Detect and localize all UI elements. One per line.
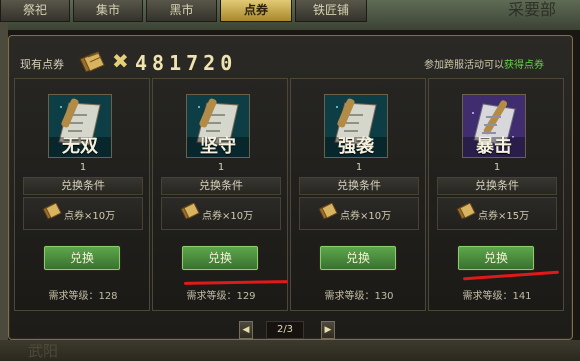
next-page-button[interactable]: ▶ [321, 321, 335, 339]
page-indicator: 2/3 [266, 321, 304, 339]
condition-cost: 点券×15万 [437, 197, 557, 230]
background-location-text: 武阳 [28, 342, 59, 360]
tab-blacksmith[interactable]: 铁匠铺 [295, 0, 367, 22]
item-quantity: 1 [493, 162, 501, 173]
points-label: 现有点券 [20, 58, 64, 71]
background-left-edge [0, 0, 8, 361]
tab-points[interactable]: 点券 [220, 0, 292, 22]
redeem-button[interactable]: 兑换 [458, 246, 534, 270]
condition-cost: 点券×10万 [161, 197, 281, 230]
item-card: 坚守 1 兑换条件 点券×10万 兑换 需求等级：129 [152, 78, 288, 311]
tab-sacrifice[interactable]: 祭祀 [0, 0, 70, 22]
event-hint-text: 参加跨服活动可以 [424, 60, 504, 71]
cost-text: 点券×10万 [64, 211, 116, 222]
condition-title: 兑换条件 [161, 177, 281, 195]
item-name: 无双 [49, 137, 111, 157]
item-name: 暴击 [463, 137, 525, 157]
redeem-button[interactable]: 兑换 [320, 246, 396, 270]
tab-black-market[interactable]: 黑市 [146, 0, 217, 22]
condition-cost: 点券×10万 [23, 197, 143, 230]
prev-page-button[interactable]: ◀ [239, 321, 253, 339]
ticket-icon [79, 51, 105, 73]
cost-text: 点券×10万 [340, 211, 392, 222]
ticket-icon [42, 203, 62, 220]
item-icon[interactable]: 坚守 [186, 94, 250, 158]
cost-text: 点券×10万 [202, 211, 254, 222]
item-name: 强袭 [325, 137, 387, 157]
level-requirement: 需求等级：130 [324, 291, 394, 302]
event-hint: 参加跨服活动可以获得点券 [424, 56, 544, 71]
condition-title: 兑换条件 [23, 177, 143, 195]
condition-title: 兑换条件 [437, 177, 557, 195]
item-card: 无双 1 兑换条件 点券×10万 兑换 需求等级：128 [14, 78, 150, 311]
level-requirement: 需求等级：129 [186, 291, 256, 302]
item-quantity: 1 [79, 162, 87, 173]
item-icon[interactable]: 暴击 [462, 94, 526, 158]
multiply-icon: ✖ [112, 49, 129, 73]
item-quantity: 1 [217, 162, 225, 173]
condition-title: 兑换条件 [299, 177, 419, 195]
ticket-icon [180, 203, 200, 220]
level-requirement: 需求等级：128 [48, 291, 118, 302]
redeem-button[interactable]: 兑换 [44, 246, 120, 270]
points-value: 481720 [135, 51, 238, 75]
tab-bar: 祭祀 集市 黑市 点券 铁匠铺 [0, 0, 580, 22]
condition-cost: 点券×10万 [299, 197, 419, 230]
item-icon[interactable]: 无双 [48, 94, 112, 158]
background-bottom [0, 340, 580, 361]
item-quantity: 1 [355, 162, 363, 173]
item-card: 强袭 1 兑换条件 点券×10万 兑换 需求等级：130 [290, 78, 426, 311]
item-icon[interactable]: 强袭 [324, 94, 388, 158]
item-name: 坚守 [187, 137, 249, 157]
redeem-button[interactable]: 兑换 [182, 246, 258, 270]
pagination: ◀ 2/3 ▶ [239, 321, 335, 339]
level-requirement: 需求等级：141 [462, 291, 532, 302]
ticket-icon [456, 203, 476, 220]
event-link[interactable]: 获得点券 [504, 60, 544, 71]
cost-text: 点券×15万 [478, 211, 530, 222]
ticket-icon [318, 203, 338, 220]
tab-market[interactable]: 集市 [73, 0, 143, 22]
